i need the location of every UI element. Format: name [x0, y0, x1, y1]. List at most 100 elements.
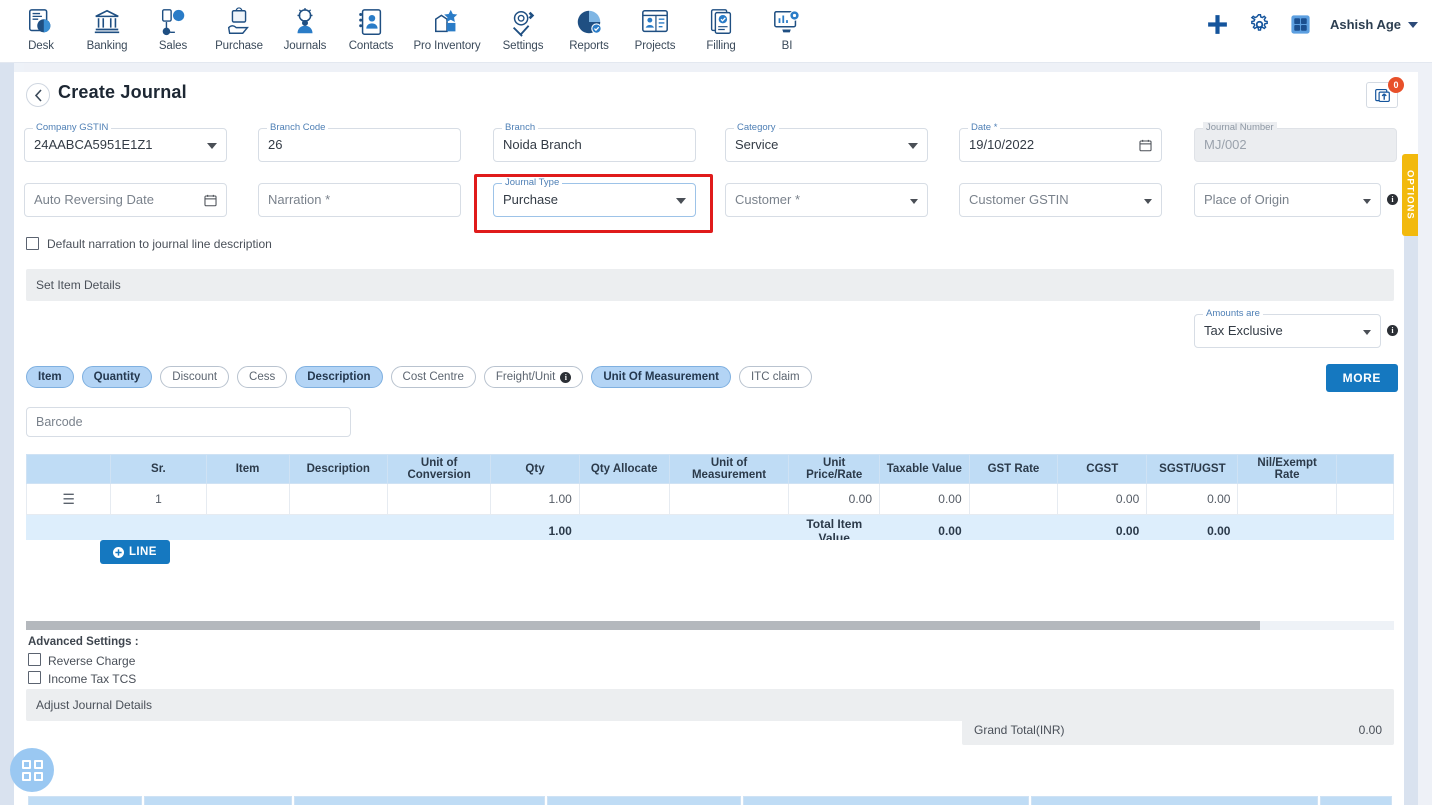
nav-right-actions: Ashish Age	[1205, 12, 1418, 37]
cell-item[interactable]	[205, 483, 290, 515]
totals-blank-2	[110, 514, 207, 540]
calculator-icon[interactable]	[1289, 13, 1312, 36]
freight-unit-info-icon[interactable]: i	[560, 371, 572, 383]
chip-itc-claim[interactable]: ITC claim	[738, 366, 812, 388]
options-tab[interactable]: OPTIONS	[1402, 154, 1418, 236]
item-table-header-row: Sr. Item Description Unit of Conversion …	[26, 454, 1394, 484]
nav-item-projects[interactable]: Projects	[622, 0, 688, 52]
row-drag-handle[interactable]: ☰	[26, 483, 112, 515]
item-table-hscrollbar[interactable]	[26, 621, 1394, 630]
nav-item-sales[interactable]: Sales	[140, 0, 206, 52]
nav-item-desk[interactable]: Desk	[8, 0, 74, 52]
narration-field[interactable]: Narration *	[258, 183, 461, 217]
item-details-table-wrapper: Sr. Item Description Unit of Conversion …	[26, 454, 1394, 540]
nav-item-purchase[interactable]: Purchase	[206, 0, 272, 52]
scrollbar-thumb[interactable]	[26, 621, 1260, 630]
cell-gst-rate[interactable]	[968, 483, 1059, 515]
th-j-actions	[1319, 796, 1392, 805]
plus-icon[interactable]	[1205, 12, 1230, 37]
reports-icon	[577, 10, 602, 34]
amounts-are-info-icon[interactable]: i	[1387, 325, 1398, 336]
cell-nil-exempt-rate[interactable]	[1237, 483, 1337, 515]
nav-label: Contacts	[348, 40, 394, 52]
date-field[interactable]: Date * 19/10/2022	[959, 122, 1162, 162]
nav-item-journals[interactable]: Journals	[272, 0, 338, 52]
more-button[interactable]: MORE	[1325, 364, 1398, 392]
chip-label: Cost Centre	[402, 371, 464, 383]
page-header: Create Journal 0	[14, 72, 1418, 116]
company-gstin-field[interactable]: Company GSTIN 24AABCA5951E1Z1	[24, 122, 227, 162]
grand-total-value: 0.00	[1358, 723, 1382, 737]
nav-item-bi[interactable]: BI	[754, 0, 820, 52]
page-content: Create Journal 0 OPTIONS Company GSTIN 2…	[14, 72, 1418, 805]
date-label: Date *	[968, 122, 1001, 133]
journal-type-field[interactable]: Journal Type Purchase	[493, 177, 696, 217]
chip-freight-unit[interactable]: Freight/Unit i	[483, 366, 584, 388]
branch-code-field[interactable]: Branch Code 26	[258, 122, 461, 162]
chip-cess[interactable]: Cess	[237, 366, 288, 388]
add-line-button[interactable]: LINE	[100, 540, 170, 564]
cell-unit-price[interactable]: 0.00	[788, 483, 880, 515]
nav-item-pro-inventory[interactable]: Pro Inventory	[404, 0, 490, 52]
chip-discount[interactable]: Discount	[160, 366, 230, 388]
user-menu[interactable]: Ashish Age	[1330, 17, 1418, 32]
chevron-down-icon	[910, 199, 918, 204]
nav-item-settings[interactable]: Settings	[490, 0, 556, 52]
chevron-down-icon	[207, 143, 217, 149]
table-row[interactable]: ☰ 1 1.00 0.00 0.00 0.00 0.00	[26, 483, 1394, 515]
branch-code-value: 26	[268, 137, 283, 152]
nav-item-contacts[interactable]: Contacts	[338, 0, 404, 52]
totals-blank-5	[387, 514, 492, 540]
th-gst-rate: GST Rate	[968, 454, 1059, 484]
user-name: Ashish Age	[1329, 17, 1401, 32]
date-value: 19/10/2022	[969, 137, 1035, 152]
calendar-icon[interactable]	[204, 194, 217, 207]
nav-item-reports[interactable]: Reports	[556, 0, 622, 52]
branch-field[interactable]: Branch Noida Branch	[493, 122, 696, 162]
category-field[interactable]: Category Service	[725, 122, 928, 162]
branch-value: Noida Branch	[503, 137, 582, 152]
back-button[interactable]	[26, 83, 50, 107]
left-rail	[0, 63, 14, 805]
default-narration-checkbox[interactable]	[26, 237, 39, 250]
inventory-icon	[435, 9, 458, 33]
th-j-debit-amount: Debit Amount	[742, 796, 1030, 805]
totals-blank-4	[288, 514, 389, 540]
chip-unit-of-measurement[interactable]: Unit Of Measurement	[591, 366, 731, 388]
auto-reversing-date-field[interactable]: Auto Reversing Date	[24, 183, 227, 217]
journal-type-value: Purchase	[503, 192, 558, 207]
apps-fab-button[interactable]	[10, 748, 54, 792]
income-tax-tcs-checkbox[interactable]	[28, 671, 41, 684]
chip-cost-centre[interactable]: Cost Centre	[390, 366, 476, 388]
customer-gstin-field[interactable]: Customer GSTIN	[959, 183, 1162, 217]
chip-quantity[interactable]: Quantity	[81, 366, 153, 388]
reverse-charge-checkbox[interactable]	[28, 653, 41, 666]
chip-description[interactable]: Description	[295, 366, 383, 388]
nav-label: Sales	[158, 40, 188, 52]
cell-qty-allocate[interactable]	[578, 483, 670, 515]
set-item-details-bar: Set Item Details	[26, 269, 1394, 301]
calendar-icon[interactable]	[1139, 139, 1152, 152]
nav-item-banking[interactable]: Banking	[74, 0, 140, 52]
amounts-are-field[interactable]: Amounts are Tax Exclusive	[1194, 308, 1381, 348]
chip-item[interactable]: Item	[26, 366, 74, 388]
cell-description[interactable]	[288, 483, 389, 515]
barcode-input[interactable]: Barcode	[26, 407, 351, 437]
cell-uom[interactable]	[668, 483, 790, 515]
nav-label: Desk	[28, 40, 54, 52]
nav-label: Reports	[569, 40, 609, 52]
cell-cgst: 0.00	[1057, 483, 1148, 515]
journals-icon	[297, 7, 313, 34]
place-of-origin-field[interactable]: Place of Origin	[1194, 183, 1381, 217]
gear-icon[interactable]	[1248, 13, 1271, 36]
nav-item-filling[interactable]: Filling	[688, 0, 754, 52]
cell-unit-of-conversion[interactable]	[387, 483, 492, 515]
place-of-origin-info-icon[interactable]: i	[1387, 194, 1398, 205]
cell-qty[interactable]: 1.00	[490, 483, 580, 515]
company-gstin-label: Company GSTIN	[33, 122, 112, 133]
projects-icon	[642, 10, 668, 33]
chevron-down-icon	[1144, 199, 1152, 204]
customer-field[interactable]: Customer *	[725, 183, 928, 217]
amounts-are-value: Tax Exclusive	[1204, 323, 1283, 338]
branch-code-label: Branch Code	[267, 122, 329, 133]
